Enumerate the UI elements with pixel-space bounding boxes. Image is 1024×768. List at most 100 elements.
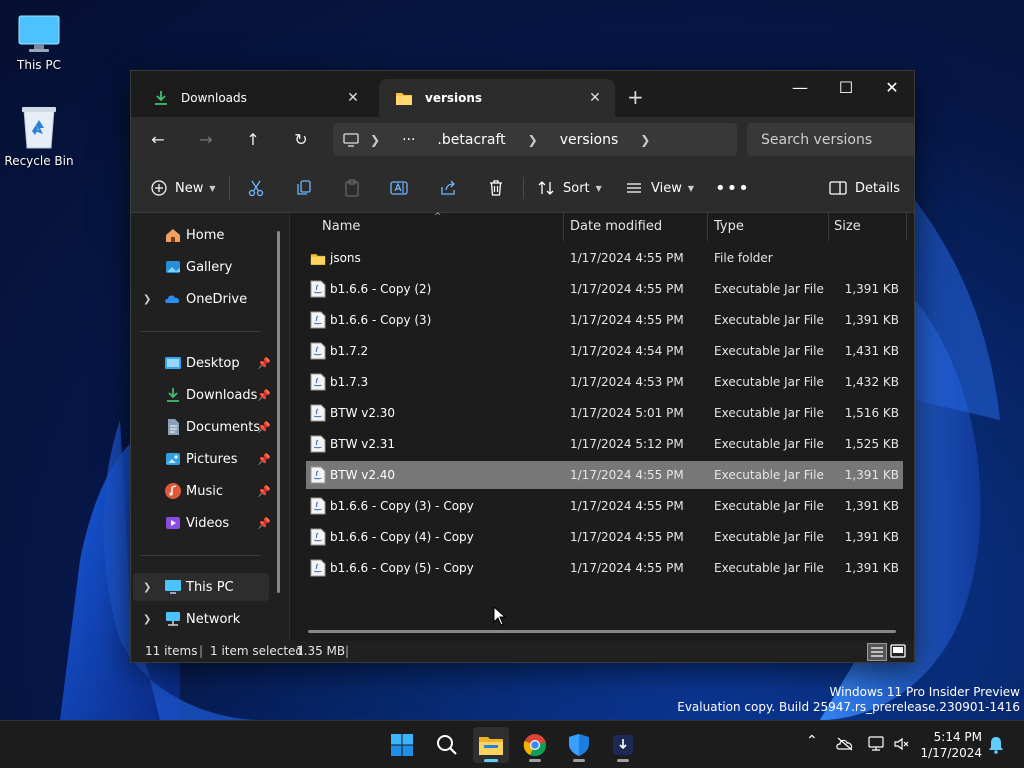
windows-logo-icon (391, 734, 413, 756)
chevron-right-icon[interactable]: ❯ (143, 582, 151, 593)
more-options-icon[interactable]: ••• (715, 173, 750, 203)
new-tab-button[interactable]: + (627, 85, 644, 109)
column-header-size[interactable]: Size (834, 213, 861, 241)
file-row[interactable]: BTW v2.31 1/17/2024 5:12 PM Executable Jar… (306, 430, 903, 458)
column-divider[interactable] (828, 213, 829, 241)
breadcrumb-chevron-icon[interactable]: ❯ (370, 133, 380, 147)
taskbar-security[interactable] (561, 727, 597, 763)
sidebar-item-label: Gallery (186, 259, 233, 275)
sidebar-item-this-pc[interactable]: ❯ This PC (133, 573, 269, 601)
close-tab-icon[interactable]: ✕ (341, 90, 365, 106)
column-header-name[interactable]: Name (322, 213, 360, 241)
close-tab-icon[interactable]: ✕ (583, 90, 607, 106)
file-size: 1,525 KB (844, 437, 899, 451)
file-explorer-window: Downloads ✕ versions ✕ + — ☐ ✕ ← → ↑ ↻ ❯… (130, 70, 915, 663)
file-row[interactable]: BTW v2.40 1/17/2024 4:55 PM Executable Jar… (306, 461, 903, 489)
column-divider[interactable] (906, 213, 907, 241)
file-row[interactable]: b1.6.6 - Copy (5) - Copy 1/17/2024 4:55 P… (306, 554, 903, 582)
delete-button[interactable] (487, 173, 505, 203)
notification-bell-icon[interactable] (988, 736, 1004, 754)
sidebar-item-desktop[interactable]: Desktop 📌 (133, 349, 271, 377)
column-header-date[interactable]: Date modified (570, 213, 662, 241)
taskbar-clock[interactable]: 5:14 PM 1/17/2024 (918, 729, 982, 761)
file-row[interactable]: b1.6.6 - Copy (3) - Copy 1/17/2024 4:55 P… (306, 492, 903, 520)
sidebar-item-onedrive[interactable]: ❯ OneDrive (133, 285, 269, 313)
search-button[interactable] (429, 727, 465, 763)
address-bar[interactable]: ❯ ··· .betacraft ❯ versions ❯ (333, 123, 737, 156)
volume-muted-icon[interactable] (894, 737, 910, 751)
share-button[interactable] (439, 173, 457, 203)
breadcrumb-betacraft[interactable]: .betacraft (437, 132, 505, 148)
onedrive-offline-icon[interactable] (836, 737, 854, 751)
sidebar-item-videos[interactable]: Videos 📌 (133, 509, 271, 537)
details-view-button[interactable] (867, 643, 887, 661)
sidebar-scrollbar[interactable] (277, 231, 280, 593)
file-row[interactable]: jsons 1/17/2024 4:55 PM File folder (306, 244, 903, 272)
tab-downloads[interactable]: Downloads ✕ (137, 79, 373, 117)
column-divider[interactable] (563, 213, 564, 241)
sort-button[interactable]: Sort ▼ (537, 173, 602, 203)
sidebar-item-network[interactable]: ❯ Network (133, 605, 269, 633)
file-type: Executable Jar File (714, 313, 824, 327)
taskbar-betacraft[interactable] (605, 727, 641, 763)
close-window-button[interactable]: ✕ (869, 73, 914, 103)
sidebar-item-documents[interactable]: Documents 📌 (133, 413, 271, 441)
sidebar-item-home[interactable]: Home (133, 221, 269, 249)
breadcrumb-more[interactable]: ··· (402, 132, 415, 148)
network-status-icon[interactable] (868, 736, 886, 752)
maximize-button[interactable]: ☐ (823, 73, 869, 103)
java-jar-icon (310, 311, 326, 329)
file-row[interactable]: b1.7.2 1/17/2024 4:54 PM Executable Jar Fi… (306, 337, 903, 365)
sidebar-item-pictures[interactable]: Pictures 📌 (133, 445, 271, 473)
desktop-icon-this-pc[interactable]: This PC (4, 8, 74, 72)
refresh-icon[interactable]: ↻ (286, 125, 316, 155)
start-button[interactable] (384, 727, 420, 763)
file-row[interactable]: b1.6.6 - Copy (4) - Copy 1/17/2024 4:55 P… (306, 523, 903, 551)
desktop-icon-label: This PC (17, 58, 61, 72)
copy-button[interactable] (295, 173, 313, 203)
new-button[interactable]: New ▼ (151, 173, 216, 203)
sidebar-item-label: Downloads (186, 387, 258, 403)
tab-versions[interactable]: versions ✕ (379, 79, 615, 117)
sidebar-item-music[interactable]: Music 📌 (133, 477, 271, 505)
chevron-down-icon: ▼ (687, 183, 695, 193)
sidebar-divider (141, 555, 261, 556)
pictures-icon (166, 453, 180, 465)
file-row[interactable]: b1.7.3 1/17/2024 4:53 PM Executable Jar Fi… (306, 368, 903, 396)
desktop-icon-recycle-bin[interactable]: Recycle Bin (4, 104, 74, 168)
chevron-right-icon[interactable]: ❯ (143, 294, 151, 305)
file-row[interactable]: b1.6.6 - Copy (2) 1/17/2024 4:55 PM Execut… (306, 275, 903, 303)
breadcrumb-chevron-icon[interactable]: ❯ (528, 133, 538, 147)
cut-button[interactable] (247, 173, 265, 203)
large-icons-view-button[interactable] (889, 643, 909, 661)
up-arrow-icon[interactable]: ↑ (238, 125, 268, 155)
pin-icon: 📌 (257, 388, 271, 402)
java-jar-icon (310, 404, 326, 422)
sidebar-item-downloads[interactable]: Downloads 📌 (133, 381, 271, 409)
rename-button[interactable] (389, 173, 409, 203)
minimize-button[interactable]: — (777, 73, 823, 103)
paste-button[interactable] (343, 173, 361, 203)
breadcrumb-chevron-icon[interactable]: ❯ (640, 133, 650, 147)
horizontal-scrollbar[interactable] (308, 630, 896, 633)
forward-arrow-icon[interactable]: → (191, 125, 221, 155)
details-pane-button[interactable]: Details (829, 173, 900, 203)
pin-icon: 📌 (257, 356, 271, 370)
file-row[interactable]: b1.6.6 - Copy (3) 1/17/2024 4:55 PM Execut… (306, 306, 903, 334)
back-arrow-icon[interactable]: ← (143, 125, 173, 155)
file-row[interactable]: BTW v2.30 1/17/2024 5:01 PM Executable Jar… (306, 399, 903, 427)
chevron-up-icon[interactable]: ⌃ (806, 733, 818, 749)
column-header-type[interactable]: Type (714, 213, 744, 241)
column-divider[interactable] (707, 213, 708, 241)
file-name: BTW v2.30 (330, 406, 396, 420)
sidebar-item-gallery[interactable]: Gallery (133, 253, 269, 281)
monitor-icon (18, 15, 60, 52)
taskbar-file-explorer[interactable] (473, 727, 509, 763)
breadcrumb-versions[interactable]: versions (560, 132, 619, 148)
monitor-icon (165, 580, 181, 594)
taskbar-chrome[interactable] (517, 727, 553, 763)
view-button[interactable]: View ▼ (625, 173, 694, 203)
chevron-right-icon[interactable]: ❯ (143, 614, 151, 625)
search-input[interactable]: Search versions (747, 123, 914, 156)
java-jar-icon (310, 280, 326, 298)
